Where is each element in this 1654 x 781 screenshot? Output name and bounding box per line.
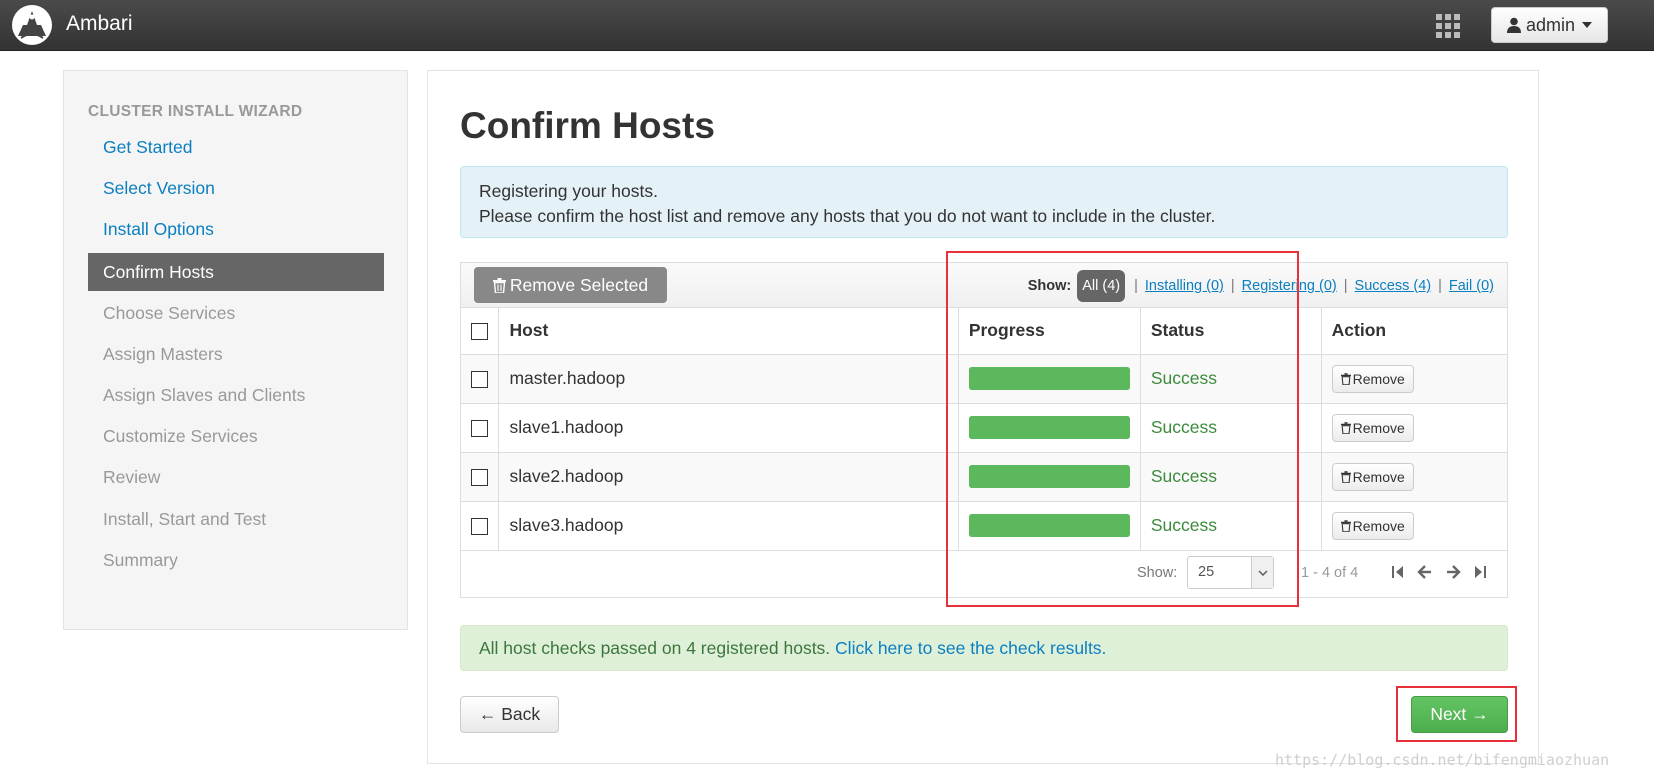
progress-bar: [968, 416, 1130, 439]
filter-all[interactable]: All (4): [1077, 270, 1126, 302]
remove-label: Remove: [1352, 370, 1405, 387]
sidebar-item-summary: Summary: [103, 550, 178, 570]
select-all-checkbox[interactable]: [471, 323, 488, 341]
table-row: slave1.hadoop Success Remove: [461, 403, 1507, 453]
trash-icon: [492, 277, 506, 293]
user-icon: [1506, 17, 1521, 33]
sidebar-item-assign-masters: Assign Masters: [103, 344, 223, 364]
sidebar-item-choose-services: Choose Services: [103, 303, 236, 323]
progress-bar: [968, 514, 1130, 537]
row-checkbox[interactable]: [471, 370, 488, 388]
filter-installing[interactable]: Installing (0): [1145, 278, 1224, 294]
check-results-link[interactable]: Click here to see the check results.: [835, 638, 1106, 658]
back-button[interactable]: ← Back: [460, 696, 559, 733]
host-name: slave3.hadoop: [498, 501, 959, 551]
trash-icon: [1340, 470, 1351, 483]
filter-separator: |: [1343, 278, 1348, 294]
status-text[interactable]: Success: [1140, 403, 1322, 453]
column-header-status[interactable]: Status: [1140, 308, 1322, 355]
hosts-table: Host Progress Status Action master.hadoo…: [461, 308, 1507, 551]
host-name: master.hadoop: [498, 354, 959, 404]
column-header-action: Action: [1321, 308, 1507, 355]
status-text[interactable]: Success: [1140, 452, 1322, 502]
page-title: Confirm Hosts: [460, 105, 715, 146]
caret-down-icon: [1582, 22, 1593, 28]
wizard-sidebar: CLUSTER INSTALL WIZARD Get Started Selec…: [63, 70, 408, 630]
sidebar-item-customize-services: Customize Services: [103, 426, 258, 446]
user-name: admin: [1525, 14, 1576, 35]
sidebar-item-select-version[interactable]: Select Version: [88, 169, 384, 207]
sidebar-item-review: Review: [103, 467, 161, 487]
filter-show-label: Show:: [1027, 278, 1072, 294]
host-checks-alert: All host checks passed on 4 registered h…: [460, 625, 1508, 671]
table-row: slave3.hadoop Success Remove: [461, 501, 1507, 551]
host-checks-text: All host checks passed on 4 registered h…: [479, 638, 831, 658]
status-filters: Show: All (4) | Installing (0) | Registe…: [1028, 269, 1494, 303]
chevron-down-icon: [1251, 557, 1273, 588]
sidebar-item-install-start-test: Install, Start and Test: [103, 509, 267, 529]
first-page-icon[interactable]: [1389, 563, 1407, 581]
filter-success[interactable]: Success (4): [1355, 278, 1432, 294]
page-size-value: 25: [1198, 564, 1215, 580]
page-size-label: Show:: [1137, 565, 1178, 581]
info-line-2: Please confirm the host list and remove …: [479, 206, 1216, 226]
progress-bar: [968, 465, 1130, 488]
table-footer: Show: 25 1 - 4 of 4: [461, 550, 1507, 597]
filter-separator: |: [1230, 278, 1235, 294]
info-line-1: Registering your hosts.: [479, 181, 658, 201]
sidebar-item-confirm-hosts[interactable]: Confirm Hosts: [88, 253, 384, 291]
sidebar-heading: CLUSTER INSTALL WIZARD: [88, 103, 303, 120]
trash-icon: [1340, 421, 1351, 434]
user-menu-button[interactable]: admin: [1491, 7, 1608, 43]
trash-icon: [1340, 519, 1351, 532]
trash-icon: [1340, 372, 1351, 385]
progress-bar: [968, 367, 1130, 390]
row-checkbox[interactable]: [471, 419, 488, 437]
row-checkbox[interactable]: [471, 517, 488, 535]
host-name: slave1.hadoop: [498, 403, 959, 453]
host-name: slave2.hadoop: [498, 452, 959, 502]
filter-separator: |: [1134, 278, 1138, 294]
remove-label: Remove: [1352, 468, 1405, 485]
table-header-row: Host Progress Status Action: [461, 308, 1507, 355]
last-page-icon[interactable]: [1471, 563, 1489, 581]
table-row: slave2.hadoop Success Remove: [461, 452, 1507, 502]
table-toolbar: Remove Selected Show: All (4) | Installi…: [461, 263, 1507, 308]
remove-label: Remove: [1352, 517, 1405, 534]
remove-host-button[interactable]: Remove: [1331, 413, 1414, 442]
table-row: master.hadoop Success Remove: [461, 354, 1507, 404]
filter-fail[interactable]: Fail (0): [1449, 278, 1494, 294]
sidebar-item-assign-slaves: Assign Slaves and Clients: [103, 385, 306, 405]
page-size-select[interactable]: 25: [1187, 556, 1274, 589]
top-navbar: Ambari admin: [0, 0, 1654, 51]
hosts-table-container: Remove Selected Show: All (4) | Installi…: [460, 262, 1508, 598]
pagination-info: 1 - 4 of 4: [1301, 565, 1359, 581]
grid-icon[interactable]: [1436, 14, 1460, 38]
column-header-host[interactable]: Host: [498, 308, 959, 355]
filter-separator: |: [1438, 278, 1442, 294]
filter-registering[interactable]: Registering (0): [1242, 278, 1337, 294]
status-text[interactable]: Success: [1140, 354, 1322, 404]
remove-host-button[interactable]: Remove: [1331, 511, 1414, 540]
column-header-progress: Progress: [958, 308, 1141, 355]
row-checkbox[interactable]: [471, 468, 488, 486]
remove-selected-button[interactable]: Remove Selected: [474, 267, 667, 303]
info-alert: Registering your hosts. Please confirm t…: [460, 166, 1508, 238]
sidebar-item-get-started[interactable]: Get Started: [88, 128, 384, 166]
remove-host-button[interactable]: Remove: [1331, 462, 1414, 491]
app-title[interactable]: Ambari: [66, 12, 133, 36]
remove-host-button[interactable]: Remove: [1331, 364, 1414, 393]
next-page-icon[interactable]: [1444, 563, 1462, 581]
prev-page-icon[interactable]: [1416, 563, 1434, 581]
ambari-logo-icon[interactable]: [12, 5, 52, 45]
sidebar-item-install-options[interactable]: Install Options: [88, 210, 384, 248]
watermark: https://blog.csdn.net/bifengmiaozhuan: [1275, 751, 1610, 769]
remove-selected-label: Remove Selected: [509, 274, 649, 295]
status-text[interactable]: Success: [1140, 501, 1322, 551]
next-button[interactable]: Next →: [1411, 696, 1508, 733]
main-panel: Confirm Hosts Registering your hosts. Pl…: [427, 70, 1539, 764]
remove-label: Remove: [1352, 419, 1405, 436]
